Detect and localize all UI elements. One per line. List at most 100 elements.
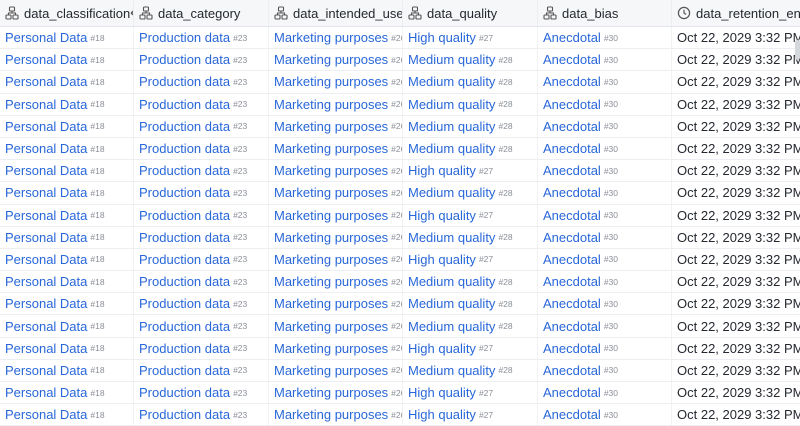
bias-link[interactable]: Anecdotal (543, 341, 601, 356)
quality-link[interactable]: High quality (408, 385, 476, 400)
classification-link[interactable]: Personal Data (5, 274, 87, 289)
intended-use-link[interactable]: Marketing purposes (274, 385, 388, 400)
classification-link[interactable]: Personal Data (5, 30, 87, 45)
column-header-data-intended-use[interactable]: data_intended_use (269, 0, 403, 26)
intended-use-link[interactable]: Marketing purposes (274, 208, 388, 223)
intended-use-link[interactable]: Marketing purposes (274, 141, 388, 156)
category-link[interactable]: Production data (139, 141, 230, 156)
classification-link[interactable]: Personal Data (5, 141, 87, 156)
category-link[interactable]: Production data (139, 230, 230, 245)
table-cell: Oct 22, 2029 3:32 PM - (672, 94, 800, 115)
category-link[interactable]: Production data (139, 30, 230, 45)
bias-link[interactable]: Anecdotal (543, 208, 601, 223)
quality-link[interactable]: Medium quality (408, 141, 495, 156)
column-header-data-bias[interactable]: data_bias (538, 0, 672, 26)
category-link[interactable]: Production data (139, 74, 230, 89)
category-link[interactable]: Production data (139, 97, 230, 112)
intended-use-link[interactable]: Marketing purposes (274, 163, 388, 178)
quality-link[interactable]: Medium quality (408, 52, 495, 67)
classification-link[interactable]: Personal Data (5, 119, 87, 134)
intended-use-link[interactable]: Marketing purposes (274, 52, 388, 67)
classification-link[interactable]: Personal Data (5, 208, 87, 223)
quality-link[interactable]: Medium quality (408, 319, 495, 334)
intended-use-link[interactable]: Marketing purposes (274, 252, 388, 267)
classification-link[interactable]: Personal Data (5, 97, 87, 112)
column-header-data-category[interactable]: data_category (134, 0, 269, 26)
classification-link[interactable]: Personal Data (5, 185, 87, 200)
intended-use-link[interactable]: Marketing purposes (274, 185, 388, 200)
classification-link[interactable]: Personal Data (5, 230, 87, 245)
category-link[interactable]: Production data (139, 407, 230, 422)
category-link[interactable]: Production data (139, 341, 230, 356)
bias-link[interactable]: Anecdotal (543, 30, 601, 45)
quality-link[interactable]: High quality (408, 252, 476, 267)
classification-link[interactable]: Personal Data (5, 252, 87, 267)
bias-link[interactable]: Anecdotal (543, 296, 601, 311)
quality-link[interactable]: Medium quality (408, 274, 495, 289)
classification-link[interactable]: Personal Data (5, 407, 87, 422)
category-link[interactable]: Production data (139, 252, 230, 267)
quality-link[interactable]: Medium quality (408, 296, 495, 311)
category-link[interactable]: Production data (139, 185, 230, 200)
category-link[interactable]: Production data (139, 208, 230, 223)
category-link[interactable]: Production data (139, 52, 230, 67)
classification-link[interactable]: Personal Data (5, 319, 87, 334)
bias-link[interactable]: Anecdotal (543, 185, 601, 200)
record-id: #26 (391, 387, 402, 398)
quality-link[interactable]: High quality (408, 208, 476, 223)
bias-link[interactable]: Anecdotal (543, 52, 601, 67)
bias-link[interactable]: Anecdotal (543, 274, 601, 289)
intended-use-link[interactable]: Marketing purposes (274, 74, 388, 89)
classification-link[interactable]: Personal Data (5, 363, 87, 378)
bias-link[interactable]: Anecdotal (543, 252, 601, 267)
quality-link[interactable]: Medium quality (408, 363, 495, 378)
classification-link[interactable]: Personal Data (5, 163, 87, 178)
record-id: #30 (603, 210, 619, 221)
intended-use-link[interactable]: Marketing purposes (274, 363, 388, 378)
intended-use-link[interactable]: Marketing purposes (274, 407, 388, 422)
intended-use-link[interactable]: Marketing purposes (274, 319, 388, 334)
classification-link[interactable]: Personal Data (5, 74, 87, 89)
category-link[interactable]: Production data (139, 319, 230, 334)
bias-link[interactable]: Anecdotal (543, 141, 601, 156)
scrollbar-thumb[interactable] (795, 40, 800, 60)
classification-link[interactable]: Personal Data (5, 52, 87, 67)
bias-link[interactable]: Anecdotal (543, 230, 601, 245)
quality-link[interactable]: High quality (408, 341, 476, 356)
bias-link[interactable]: Anecdotal (543, 74, 601, 89)
quality-link[interactable]: Medium quality (408, 230, 495, 245)
intended-use-link[interactable]: Marketing purposes (274, 230, 388, 245)
intended-use-link[interactable]: Marketing purposes (274, 97, 388, 112)
bias-link[interactable]: Anecdotal (543, 97, 601, 112)
quality-link[interactable]: High quality (408, 407, 476, 422)
quality-link[interactable]: High quality (408, 30, 476, 45)
category-link[interactable]: Production data (139, 296, 230, 311)
intended-use-link[interactable]: Marketing purposes (274, 341, 388, 356)
classification-link[interactable]: Personal Data (5, 385, 87, 400)
intended-use-link[interactable]: Marketing purposes (274, 296, 388, 311)
bias-link[interactable]: Anecdotal (543, 119, 601, 134)
bias-link[interactable]: Anecdotal (543, 319, 601, 334)
intended-use-link[interactable]: Marketing purposes (274, 119, 388, 134)
column-header-data-retention-end[interactable]: data_retention_end (672, 0, 800, 26)
column-header-data-classification[interactable]: data_classification (0, 0, 134, 26)
category-link[interactable]: Production data (139, 119, 230, 134)
intended-use-link[interactable]: Marketing purposes (274, 30, 388, 45)
bias-link[interactable]: Anecdotal (543, 363, 601, 378)
category-link[interactable]: Production data (139, 274, 230, 289)
quality-link[interactable]: Medium quality (408, 185, 495, 200)
quality-link[interactable]: Medium quality (408, 97, 495, 112)
bias-link[interactable]: Anecdotal (543, 385, 601, 400)
intended-use-link[interactable]: Marketing purposes (274, 274, 388, 289)
classification-link[interactable]: Personal Data (5, 341, 87, 356)
column-header-data-quality[interactable]: data_quality (403, 0, 538, 26)
classification-link[interactable]: Personal Data (5, 296, 87, 311)
bias-link[interactable]: Anecdotal (543, 163, 601, 178)
category-link[interactable]: Production data (139, 385, 230, 400)
quality-link[interactable]: High quality (408, 163, 476, 178)
category-link[interactable]: Production data (139, 363, 230, 378)
quality-link[interactable]: Medium quality (408, 74, 495, 89)
category-link[interactable]: Production data (139, 163, 230, 178)
quality-link[interactable]: Medium quality (408, 119, 495, 134)
bias-link[interactable]: Anecdotal (543, 407, 601, 422)
